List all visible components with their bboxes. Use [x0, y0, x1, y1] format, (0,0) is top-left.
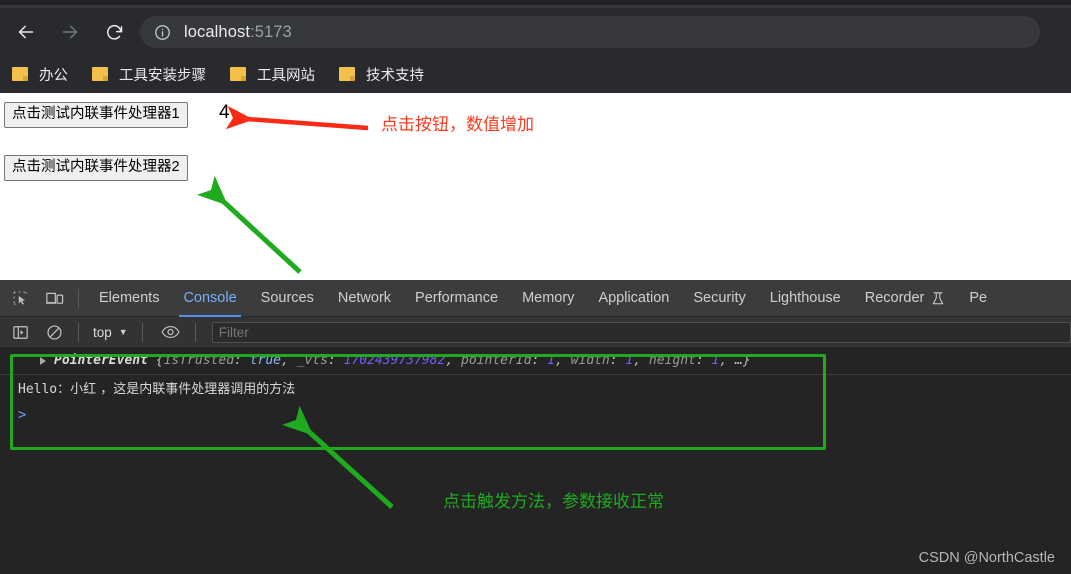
inspect-element-button[interactable]: [6, 284, 34, 312]
prop3-value: 1: [547, 353, 555, 368]
tab-label: Network: [337, 290, 392, 306]
expand-triangle-icon[interactable]: [40, 357, 46, 365]
inspect-element-icon: [13, 291, 27, 305]
address-bar[interactable]: localhost:5173: [140, 16, 1040, 48]
prompt-caret-icon: >: [18, 407, 27, 423]
watermark: CSDN @NorthCastle: [918, 550, 1055, 566]
toolbar-divider-1: [78, 322, 79, 342]
tabbar-divider: [78, 288, 79, 308]
bookmark-item-1[interactable]: 工具安装步骤: [92, 61, 215, 87]
prop4-key: width: [570, 353, 610, 368]
bookmark-label: 办公: [39, 67, 68, 84]
bookmark-label: 工具安装步骤: [119, 67, 206, 84]
flask-icon: [931, 291, 945, 306]
tab-performance[interactable]: Performance: [403, 280, 510, 317]
reload-button[interactable]: [102, 20, 126, 44]
tab-label: Recorder: [864, 290, 925, 306]
tab-label: Performance: [415, 290, 499, 306]
url-port: :5173: [250, 22, 292, 41]
bookmarks-bar: 办公 工具安装步骤 工具网站 技术支持: [0, 55, 1071, 93]
filter-input[interactable]: [211, 321, 1071, 343]
clear-console-button[interactable]: [40, 318, 68, 346]
chevron-down-icon: ▼: [118, 327, 128, 337]
prop2-key: _vts: [296, 353, 328, 368]
console-sidebar-button[interactable]: [6, 318, 34, 346]
tab-network[interactable]: Network: [326, 280, 403, 317]
bookmark-item-0[interactable]: 办公: [12, 61, 77, 87]
console-prompt[interactable]: >: [0, 404, 1071, 428]
toolbar-divider-2: [141, 322, 143, 342]
tab-label: Lighthouse: [769, 290, 841, 306]
tab-label: Application: [598, 290, 670, 306]
arrow-left-icon: [18, 25, 34, 39]
object-open-brace: {: [147, 353, 164, 368]
tab-label: Elements: [99, 290, 160, 306]
folder-icon: [230, 67, 246, 81]
tab-memory[interactable]: Memory: [510, 280, 586, 317]
console-messages: PointerEvent {isTrusted: true, _vts: 170…: [0, 348, 1071, 574]
folder-icon: [92, 67, 108, 81]
browser-window: localhost:5173 办公 工具安装步骤 工具网站 技术支持 点击测试内…: [0, 0, 1071, 574]
tab-label: Sources: [260, 290, 314, 306]
toolbar-divider-3: [194, 322, 196, 342]
tab-security[interactable]: Security: [681, 280, 757, 317]
arrow-right-icon: [62, 25, 78, 39]
console-message-object[interactable]: PointerEvent {isTrusted: true, _vts: 170…: [0, 348, 1071, 375]
bookmark-item-3[interactable]: 技术支持: [339, 61, 433, 87]
console-toolbar: top ▼: [0, 317, 1071, 348]
bookmark-label: 技术支持: [366, 67, 424, 84]
url-text: localhost:5173: [184, 23, 292, 42]
tab-elements[interactable]: Elements: [87, 280, 171, 317]
prop5-key: height: [648, 353, 696, 368]
device-toolbar-icon: [45, 292, 63, 304]
bookmark-label: 工具网站: [257, 67, 315, 84]
prop1-key: isTrusted: [163, 353, 235, 368]
devtools-panel: Elements Console Sources Network Perform…: [0, 280, 1071, 574]
console-message-log: Hello：小红 ，这是内联事件处理器调用的方法: [0, 375, 1071, 404]
tab-label: Memory: [522, 290, 575, 306]
url-host: localhost: [184, 22, 251, 41]
tab-console[interactable]: Console: [171, 280, 248, 317]
tab-sources[interactable]: Sources: [249, 280, 326, 317]
device-toolbar-button[interactable]: [40, 284, 68, 312]
tab-label: Pe: [969, 290, 988, 306]
object-class-name: PointerEvent: [54, 353, 148, 368]
reload-icon: [106, 24, 122, 40]
info-circle-icon[interactable]: [154, 24, 171, 41]
prop3-key: pointerId: [461, 353, 532, 368]
eye-icon: [161, 325, 180, 339]
inline-handler-button-1[interactable]: 点击测试内联事件处理器1: [4, 102, 188, 128]
tab-application[interactable]: Application: [586, 280, 681, 317]
object-ellipsis: , …}: [719, 353, 751, 368]
execution-context-value: top: [93, 324, 112, 340]
folder-icon: [339, 67, 355, 81]
execution-context-select[interactable]: top ▼: [89, 323, 132, 342]
tab-recorder[interactable]: Recorder: [853, 280, 958, 317]
devtools-tabbar: Elements Console Sources Network Perform…: [0, 280, 1071, 317]
tab-lighthouse[interactable]: Lighthouse: [758, 280, 853, 317]
live-expression-button[interactable]: [157, 318, 185, 346]
tab-label: Console: [183, 290, 237, 306]
browser-toolbar: localhost:5173: [0, 8, 1071, 55]
prop2-value: 1702439737982: [343, 353, 446, 368]
log-text: ：小红 ，这是内联事件处理器调用的方法: [57, 382, 296, 397]
clear-console-icon: [46, 324, 62, 340]
page-viewport: 点击测试内联事件处理器1 4 点击测试内联事件处理器2: [0, 93, 1071, 280]
prop1-value: true: [249, 353, 281, 368]
tab-performance-insights[interactable]: Pe: [957, 280, 999, 317]
bookmark-item-2[interactable]: 工具网站: [230, 61, 324, 87]
log-prefix: Hello: [18, 382, 58, 397]
folder-icon: [12, 67, 28, 81]
tab-label: Security: [693, 290, 746, 306]
tab-strip: [0, 0, 1071, 8]
console-sidebar-icon: [12, 325, 28, 339]
counter-value: 4: [219, 102, 230, 123]
forward-button[interactable]: [58, 20, 82, 44]
inline-handler-button-2[interactable]: 点击测试内联事件处理器2: [4, 155, 188, 181]
back-button[interactable]: [14, 20, 38, 44]
